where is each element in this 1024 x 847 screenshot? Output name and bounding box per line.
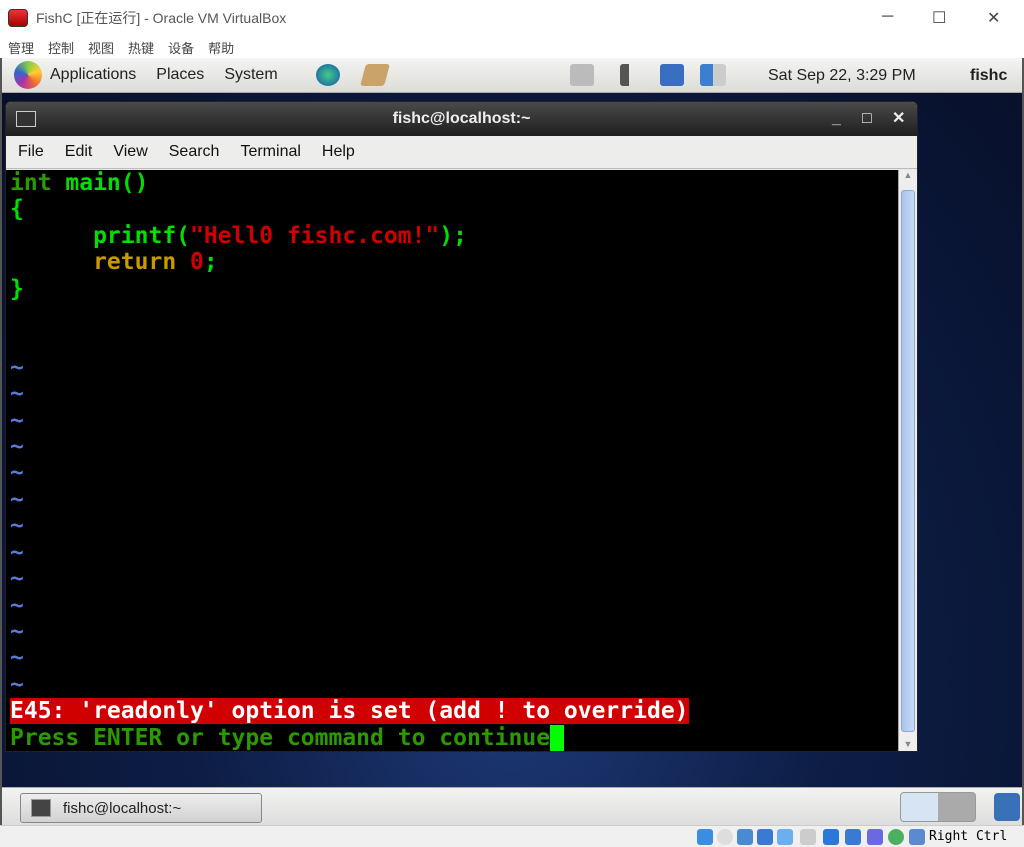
terminal-scrollbar[interactable]: ▲ ▼ — [898, 170, 917, 751]
menu-view[interactable]: View — [101, 143, 156, 161]
empty-line-tilde: ~ — [10, 486, 24, 513]
gnome-bottom-panel: fishc@localhost:~ — [2, 787, 1022, 825]
menu-devices[interactable]: 设备 — [168, 38, 194, 57]
empty-line-tilde: ~ — [10, 460, 24, 487]
clock[interactable]: Sat Sep 22, 3:29 PM — [768, 67, 916, 85]
vbox-status-bar: Right Ctrl — [0, 825, 1024, 847]
audio-icon[interactable] — [737, 829, 753, 845]
virtualbox-logo-icon — [8, 9, 28, 27]
terminal-title-bar[interactable]: fishc@localhost:~ _ □ ✕ — [6, 102, 917, 136]
applications-menu[interactable]: Applications — [50, 66, 136, 84]
places-menu[interactable]: Places — [156, 66, 204, 84]
trash-icon[interactable] — [994, 793, 1020, 821]
display-icon[interactable] — [823, 829, 839, 845]
menu-help[interactable]: 帮助 — [208, 38, 234, 57]
empty-line-tilde: ~ — [10, 592, 24, 619]
workspace-switcher[interactable] — [900, 792, 976, 822]
code-line: } — [10, 275, 24, 302]
volume-icon[interactable] — [620, 64, 642, 86]
menu-search[interactable]: Search — [157, 143, 229, 161]
user-name[interactable]: fishc — [970, 67, 1007, 85]
mouse-integration-icon[interactable] — [888, 829, 904, 845]
empty-line-tilde: ~ — [10, 434, 24, 461]
empty-line-tilde: ~ — [10, 566, 24, 593]
taskbar-item-terminal[interactable]: fishc@localhost:~ — [20, 793, 262, 823]
menu-view[interactable]: 视图 — [88, 38, 114, 57]
minimize-button[interactable]: ─ — [882, 8, 893, 26]
empty-line-tilde: ~ — [10, 354, 24, 381]
press-enter-prompt: Press ENTER or type command to continue_ — [10, 724, 564, 751]
terminal-menu-bar: File Edit View Search Terminal Help — [6, 136, 917, 169]
scroll-up-arrow-icon[interactable]: ▲ — [899, 170, 917, 180]
menu-help[interactable]: Help — [310, 143, 364, 161]
empty-line-tilde: ~ — [10, 539, 24, 566]
code-line: int main() — [10, 170, 149, 196]
empty-line-tilde: ~ — [10, 513, 24, 540]
empty-line-tilde: ~ — [10, 671, 24, 698]
vm-screen[interactable]: Applications Places System Sat Sep 22, 3… — [0, 58, 1024, 825]
menu-control[interactable]: 控制 — [48, 38, 74, 57]
code-line: { — [10, 196, 24, 223]
host-menu-bar: 管理 控制 视图 热键 设备 帮助 — [0, 36, 1024, 58]
menu-file[interactable]: File — [6, 143, 53, 161]
host-key-label: Right Ctrl — [929, 829, 1008, 844]
gnome-top-panel: Applications Places System Sat Sep 22, 3… — [2, 58, 1022, 93]
menu-terminal[interactable]: Terminal — [228, 143, 309, 161]
taskbar-item-label: fishc@localhost:~ — [63, 799, 182, 817]
terminal-maximize-button[interactable]: □ — [862, 102, 872, 136]
empty-line-tilde: ~ — [10, 618, 24, 645]
hard-disk-icon[interactable] — [697, 829, 713, 845]
terminal-close-button[interactable]: ✕ — [892, 102, 905, 136]
cursor: _ — [550, 724, 564, 751]
maximize-button[interactable]: ☐ — [932, 8, 946, 28]
gnome-foot-icon — [14, 61, 42, 89]
scroll-down-arrow-icon[interactable]: ▼ — [899, 739, 917, 749]
host-title-bar: FishC [正在运行] - Oracle VM VirtualBox ─ ☐ … — [0, 0, 1024, 36]
video-capture-icon[interactable] — [845, 829, 861, 845]
error-message: E45: 'readonly' option is set (add ! to … — [10, 698, 689, 725]
terminal-window: fishc@localhost:~ _ □ ✕ File Edit View S… — [5, 101, 918, 752]
terminal-title: fishc@localhost:~ — [392, 110, 531, 127]
terminal-icon — [16, 111, 36, 127]
network-adapter-icon[interactable] — [757, 829, 773, 845]
system-menu[interactable]: System — [224, 66, 277, 84]
empty-line-tilde: ~ — [10, 381, 24, 408]
empty-line-tilde: ~ — [10, 645, 24, 672]
close-button[interactable]: ✕ — [987, 8, 1000, 28]
window-title: FishC [正在运行] - Oracle VM VirtualBox — [36, 10, 287, 26]
terminal-minimize-button[interactable]: _ — [832, 102, 841, 136]
menu-hotkeys[interactable]: 热键 — [128, 38, 154, 57]
optical-drive-icon[interactable] — [717, 829, 733, 845]
shared-folders-icon[interactable] — [800, 829, 816, 845]
empty-line-tilde: ~ — [10, 407, 24, 434]
code-line: return 0; — [10, 249, 218, 276]
power-icon[interactable] — [700, 64, 726, 86]
code-line: printf("Hell0 fishc.com!"); — [10, 222, 467, 249]
network-icon[interactable] — [660, 64, 684, 86]
keyboard-capture-icon[interactable] — [909, 829, 925, 845]
menu-edit[interactable]: Edit — [53, 143, 102, 161]
terminal-screen[interactable]: int main(){ printf("Hell0 fishc.com!"); … — [6, 170, 898, 751]
terminal-icon — [31, 799, 51, 817]
cpu-virtualization-icon[interactable] — [867, 829, 883, 845]
keyboard-network-icon[interactable] — [570, 64, 594, 86]
mail-icon[interactable] — [360, 64, 390, 86]
web-browser-icon[interactable] — [316, 64, 340, 86]
usb-icon[interactable] — [777, 829, 793, 845]
menu-manage[interactable]: 管理 — [8, 38, 34, 57]
scrollbar-thumb[interactable] — [901, 190, 915, 732]
